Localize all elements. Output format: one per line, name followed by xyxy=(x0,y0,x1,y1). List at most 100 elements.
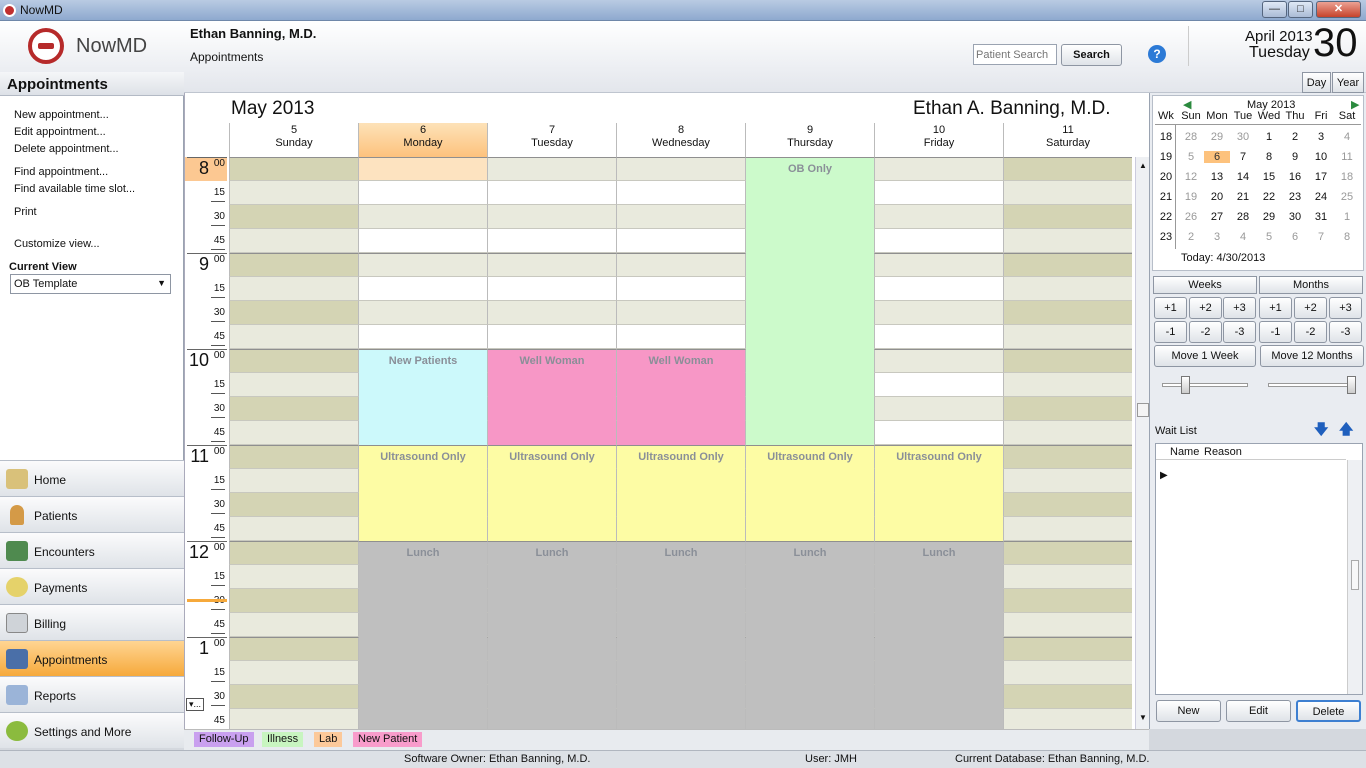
time-slot[interactable] xyxy=(1003,253,1132,277)
mini-cal-day[interactable]: 3 xyxy=(1204,231,1230,243)
time-slot[interactable] xyxy=(874,157,1003,181)
view-year-tab[interactable]: Year xyxy=(1332,72,1364,93)
time-slot[interactable] xyxy=(487,325,616,349)
mini-cal-day[interactable]: 23 xyxy=(1282,191,1308,203)
time-slot[interactable] xyxy=(487,229,616,253)
day-header-wednesday[interactable]: 8 Wednesday xyxy=(616,123,745,157)
nav-appointments[interactable]: Appointments xyxy=(0,640,184,676)
find-appointment-link[interactable]: Find appointment... xyxy=(14,166,108,178)
mini-cal-day[interactable]: 24 xyxy=(1308,191,1334,203)
nav-reports[interactable]: Reports xyxy=(0,676,184,712)
mini-cal-day[interactable]: 21 xyxy=(1230,191,1256,203)
time-slot[interactable] xyxy=(1003,301,1132,325)
mini-cal-day[interactable]: 5 xyxy=(1256,231,1282,243)
time-slot[interactable] xyxy=(1003,565,1132,589)
mini-cal-day[interactable]: 12 xyxy=(1178,171,1204,183)
time-slot[interactable] xyxy=(874,229,1003,253)
time-slot[interactable] xyxy=(229,637,358,661)
mini-cal-day[interactable]: 27 xyxy=(1204,211,1230,223)
time-slot[interactable] xyxy=(1003,397,1132,421)
time-slot[interactable] xyxy=(1003,181,1132,205)
edit-appointment-link[interactable]: Edit appointment... xyxy=(14,126,106,138)
months-slider[interactable] xyxy=(1268,376,1356,394)
mini-cal-day[interactable]: 6 xyxy=(1204,151,1230,163)
time-slot[interactable] xyxy=(229,157,358,181)
time-slot[interactable] xyxy=(616,205,745,229)
time-slot[interactable] xyxy=(616,277,745,301)
schedule-block-new-patients[interactable]: New Patients xyxy=(359,349,487,445)
scroll-thumb[interactable] xyxy=(1137,403,1149,417)
time-slot[interactable] xyxy=(229,349,358,373)
customize-view-link[interactable]: Customize view... xyxy=(14,238,100,250)
mini-cal-day[interactable]: 14 xyxy=(1230,171,1256,183)
move-1-week-button[interactable]: Move 1 Week xyxy=(1154,345,1256,367)
schedule-block-lunch[interactable]: Lunch xyxy=(359,541,487,729)
time-slot[interactable] xyxy=(874,397,1003,421)
mini-cal-day[interactable]: 19 xyxy=(1178,191,1204,203)
mini-cal-day[interactable]: 28 xyxy=(1178,131,1204,143)
mini-cal-day[interactable]: 8 xyxy=(1334,231,1360,243)
weeks-minus-1-button[interactable]: -1 xyxy=(1154,321,1187,343)
mini-cal-day[interactable]: 1 xyxy=(1334,211,1360,223)
time-slot[interactable] xyxy=(229,493,358,517)
week-number[interactable]: 20 xyxy=(1153,171,1179,183)
help-icon[interactable]: ? xyxy=(1148,45,1166,63)
time-slot[interactable] xyxy=(1003,229,1132,253)
time-slot[interactable] xyxy=(616,325,745,349)
scroll-up-icon[interactable]: ▲ xyxy=(1139,161,1147,170)
months-minus-3-button[interactable]: -3 xyxy=(1329,321,1362,343)
time-slot[interactable] xyxy=(1003,637,1132,661)
time-slot[interactable] xyxy=(1003,157,1132,181)
schedule-block-ultrasound[interactable]: Ultrasound Only xyxy=(488,445,616,541)
time-slot[interactable] xyxy=(487,205,616,229)
time-slot[interactable] xyxy=(229,541,358,565)
scroll-down-icon[interactable]: ▼ xyxy=(1139,713,1147,722)
months-plus-3-button[interactable]: +3 xyxy=(1329,297,1362,319)
time-slot[interactable] xyxy=(229,613,358,637)
time-slot[interactable] xyxy=(229,709,358,729)
time-slot[interactable] xyxy=(229,469,358,493)
time-slot[interactable] xyxy=(874,277,1003,301)
nav-home[interactable]: Home xyxy=(0,460,184,496)
mini-cal-day[interactable]: 29 xyxy=(1256,211,1282,223)
time-slot[interactable] xyxy=(874,421,1003,445)
search-button[interactable]: Search xyxy=(1061,44,1122,66)
maximize-button[interactable]: □ xyxy=(1288,1,1313,18)
time-slot[interactable] xyxy=(229,421,358,445)
time-slot[interactable] xyxy=(229,397,358,421)
day-header-monday[interactable]: 6 Monday xyxy=(358,123,487,157)
time-slot[interactable] xyxy=(358,253,487,277)
months-slider-thumb[interactable] xyxy=(1347,376,1356,394)
mini-cal-day[interactable]: 8 xyxy=(1256,151,1282,163)
time-slot[interactable] xyxy=(358,181,487,205)
time-slot[interactable] xyxy=(616,181,745,205)
mini-cal-day[interactable]: 6 xyxy=(1282,231,1308,243)
schedule-block-ultrasound[interactable]: Ultrasound Only xyxy=(875,445,1003,541)
time-slot[interactable] xyxy=(874,349,1003,373)
time-slot[interactable] xyxy=(616,301,745,325)
time-slot[interactable] xyxy=(229,229,358,253)
week-number[interactable]: 18 xyxy=(1153,131,1179,143)
time-slot[interactable] xyxy=(358,277,487,301)
calendar-scrollbar[interactable]: ▲ ▼ xyxy=(1135,157,1149,729)
week-number[interactable]: 22 xyxy=(1153,211,1179,223)
patient-search-input[interactable] xyxy=(973,44,1057,65)
day-header-thursday[interactable]: 9 Thursday xyxy=(745,123,874,157)
time-slot[interactable] xyxy=(874,253,1003,277)
nav-settings[interactable]: Settings and More xyxy=(0,712,184,748)
time-slot[interactable] xyxy=(229,277,358,301)
schedule-block-lunch[interactable]: Lunch xyxy=(875,541,1003,729)
months-plus-1-button[interactable]: +1 xyxy=(1259,297,1292,319)
time-slot[interactable] xyxy=(229,253,358,277)
time-slot[interactable] xyxy=(358,301,487,325)
mini-cal-day[interactable]: 17 xyxy=(1308,171,1334,183)
delete-appointment-link[interactable]: Delete appointment... xyxy=(14,143,119,155)
weeks-minus-3-button[interactable]: -3 xyxy=(1223,321,1256,343)
time-slot[interactable] xyxy=(1003,469,1132,493)
mini-cal-day[interactable]: 22 xyxy=(1256,191,1282,203)
time-slot[interactable] xyxy=(1003,517,1132,541)
mini-cal-day[interactable]: 4 xyxy=(1230,231,1256,243)
mini-cal-day[interactable]: 11 xyxy=(1334,151,1360,163)
time-slot[interactable] xyxy=(229,445,358,469)
time-slot[interactable] xyxy=(1003,421,1132,445)
